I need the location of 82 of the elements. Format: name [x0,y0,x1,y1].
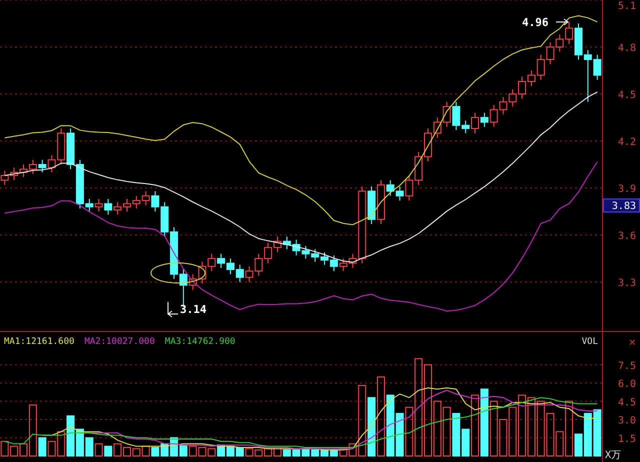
low-price-label: 3.14 [180,303,206,316]
candlestick [132,195,140,209]
arrow-icon [168,302,178,318]
candlestick [414,152,423,186]
candlestick [311,248,320,262]
candlestick [226,258,234,275]
price-axis-label: 4.8 [618,43,636,54]
candlestick [38,159,46,173]
candlestick [264,242,272,264]
price-axis-label: 4.5 [618,90,636,101]
volume-bar [142,446,150,456]
volume-bar [593,409,602,456]
candlestick [330,254,338,272]
volume-bar [208,448,216,456]
candlestick [339,258,348,272]
candlestick [518,76,526,100]
volume-bar [442,406,451,456]
candlestick [282,236,291,250]
volume-bar [264,448,272,456]
volume-bar [508,406,517,456]
candlestick [122,198,131,212]
candlestick [114,202,122,216]
close-button[interactable]: × [628,335,636,349]
candlestick [94,198,103,212]
price-axis-label: 3.3 [618,278,636,289]
price-axis-label: 3.6 [618,231,636,242]
volume-axis-label: 3.0 [618,416,636,426]
candlestick [442,101,451,128]
volume-axis-label: 6.0 [618,379,636,390]
volume-bar [122,446,131,456]
candlestick [499,96,508,115]
candlestick [254,253,263,276]
current-price-tag: 3.83 [603,198,640,212]
volume-bar [518,394,526,456]
candlestick [556,34,564,52]
volume-bar [236,446,244,456]
volume-bar [245,448,254,456]
candlestick [302,246,310,260]
candlestick [320,252,329,266]
volume-bar [386,394,394,456]
ellipse-marker [150,262,206,284]
candlestick [104,198,112,216]
candlestick [508,88,517,108]
volume-bar [536,400,545,456]
candlestick [10,167,18,181]
legend-item: MA1:12161.600 [4,337,74,347]
candlestick [198,261,206,284]
volume-bar [368,397,376,456]
arrow-icon [556,18,569,26]
volume-bar [226,446,234,456]
volume-bar [527,397,536,456]
volume-bar [396,412,404,456]
price-axis-label: 5.1 [618,1,636,12]
candlestick [546,42,554,65]
volume-bar [273,446,282,456]
candlestick [292,239,300,256]
volume-bar [104,446,112,456]
candlestick [208,253,216,272]
candlestick [28,159,37,174]
panel-title: VOL [582,337,598,347]
volume-axis-label: 1.5 [618,434,636,445]
volume-axis-label: 4.5 [618,397,636,408]
volume-axis-label: 7.5 [618,360,636,372]
high-price-label: 4.96 [522,16,548,29]
volume-bar [198,446,206,456]
legend-item: MA3:14762.900 [164,337,236,347]
candlestick [20,164,28,178]
volume-bar [480,388,488,456]
volume-bar [132,448,140,456]
volume-bar [114,443,122,456]
candlestick [245,266,254,283]
volume-bar [188,446,197,456]
volume-bar [151,446,160,456]
legend-item: MA2:10027.000 [84,337,155,347]
candlestick [217,253,226,268]
candlestick [273,236,282,253]
unit-label: X万 [605,450,622,461]
price-axis-label: 4.2 [618,137,636,148]
candlestick [236,264,244,283]
candlestick [142,190,150,206]
price-axis-label: 3.9 [618,184,636,195]
candlestick [66,128,75,170]
